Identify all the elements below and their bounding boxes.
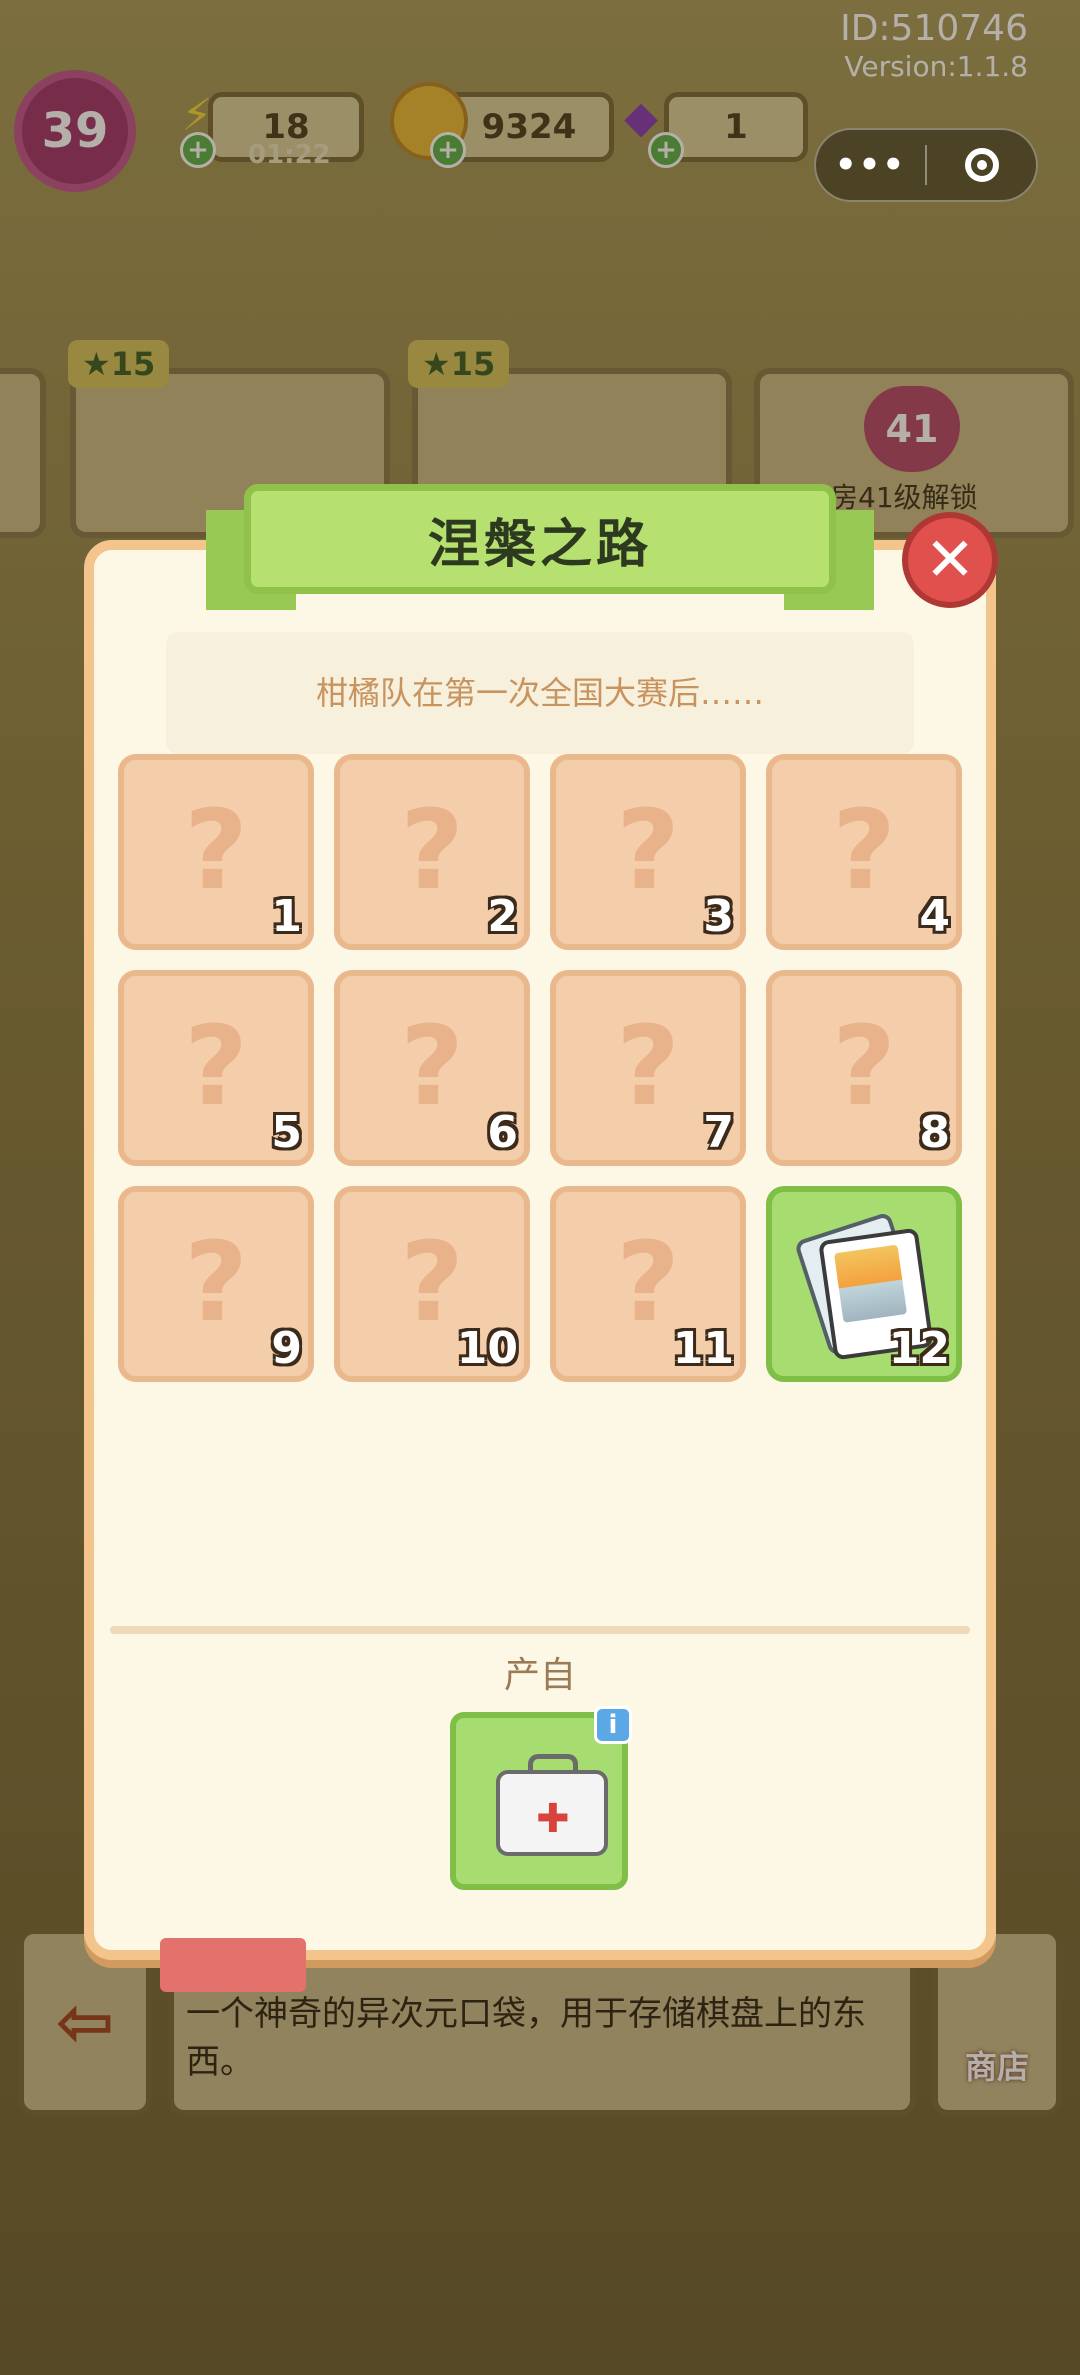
tile-number: 9 bbox=[271, 1323, 302, 1374]
tile-number: 12 bbox=[888, 1323, 950, 1374]
modal-bottom-ribbon bbox=[160, 1938, 306, 1992]
source-info-icon[interactable]: i bbox=[594, 1706, 632, 1744]
story-tile-11[interactable]: ? 11 bbox=[550, 1186, 746, 1382]
story-tile-1[interactable]: ? 1 bbox=[118, 754, 314, 950]
section-divider bbox=[110, 1626, 970, 1634]
tile-number: 6 bbox=[487, 1107, 518, 1158]
tile-number: 7 bbox=[703, 1107, 734, 1158]
medkit-cross: ✚ bbox=[536, 1796, 570, 1842]
close-button[interactable]: ✕ bbox=[902, 512, 998, 608]
story-tile-3[interactable]: ? 3 bbox=[550, 754, 746, 950]
modal-title-ribbon: 涅槃之路 bbox=[244, 484, 836, 594]
close-miniprogram-icon[interactable] bbox=[927, 148, 1036, 182]
story-tile-6[interactable]: ? 6 bbox=[334, 970, 530, 1166]
more-options-icon[interactable]: ••• bbox=[816, 145, 925, 185]
story-tile-2[interactable]: ? 2 bbox=[334, 754, 530, 950]
story-tile-12-unlocked[interactable]: 12 bbox=[766, 1186, 962, 1382]
source-label: 产自 bbox=[503, 1655, 576, 1696]
tile-number: 10 bbox=[456, 1323, 518, 1374]
tile-number: 1 bbox=[271, 891, 302, 942]
story-tile-5[interactable]: ? 5 bbox=[118, 970, 314, 1166]
medkit-icon: ✚ bbox=[496, 1770, 608, 1856]
story-tile-9[interactable]: ? 9 bbox=[118, 1186, 314, 1382]
story-tile-7[interactable]: ? 7 bbox=[550, 970, 746, 1166]
story-tile-10[interactable]: ? 10 bbox=[334, 1186, 530, 1382]
tile-number: 4 bbox=[919, 891, 950, 942]
story-tile-8[interactable]: ? 8 bbox=[766, 970, 962, 1166]
tile-number: 2 bbox=[487, 891, 518, 942]
story-tile-4[interactable]: ? 4 bbox=[766, 754, 962, 950]
tile-number: 5 bbox=[271, 1107, 302, 1158]
tile-number: 8 bbox=[919, 1107, 950, 1158]
tile-number: 3 bbox=[703, 891, 734, 942]
modal-title: 涅槃之路 bbox=[427, 514, 652, 575]
tile-number: 11 bbox=[672, 1323, 734, 1374]
modal-subtitle: 柑橘队在第一次全国大赛后…… bbox=[315, 674, 764, 712]
miniprogram-capsule: ••• bbox=[814, 128, 1038, 202]
